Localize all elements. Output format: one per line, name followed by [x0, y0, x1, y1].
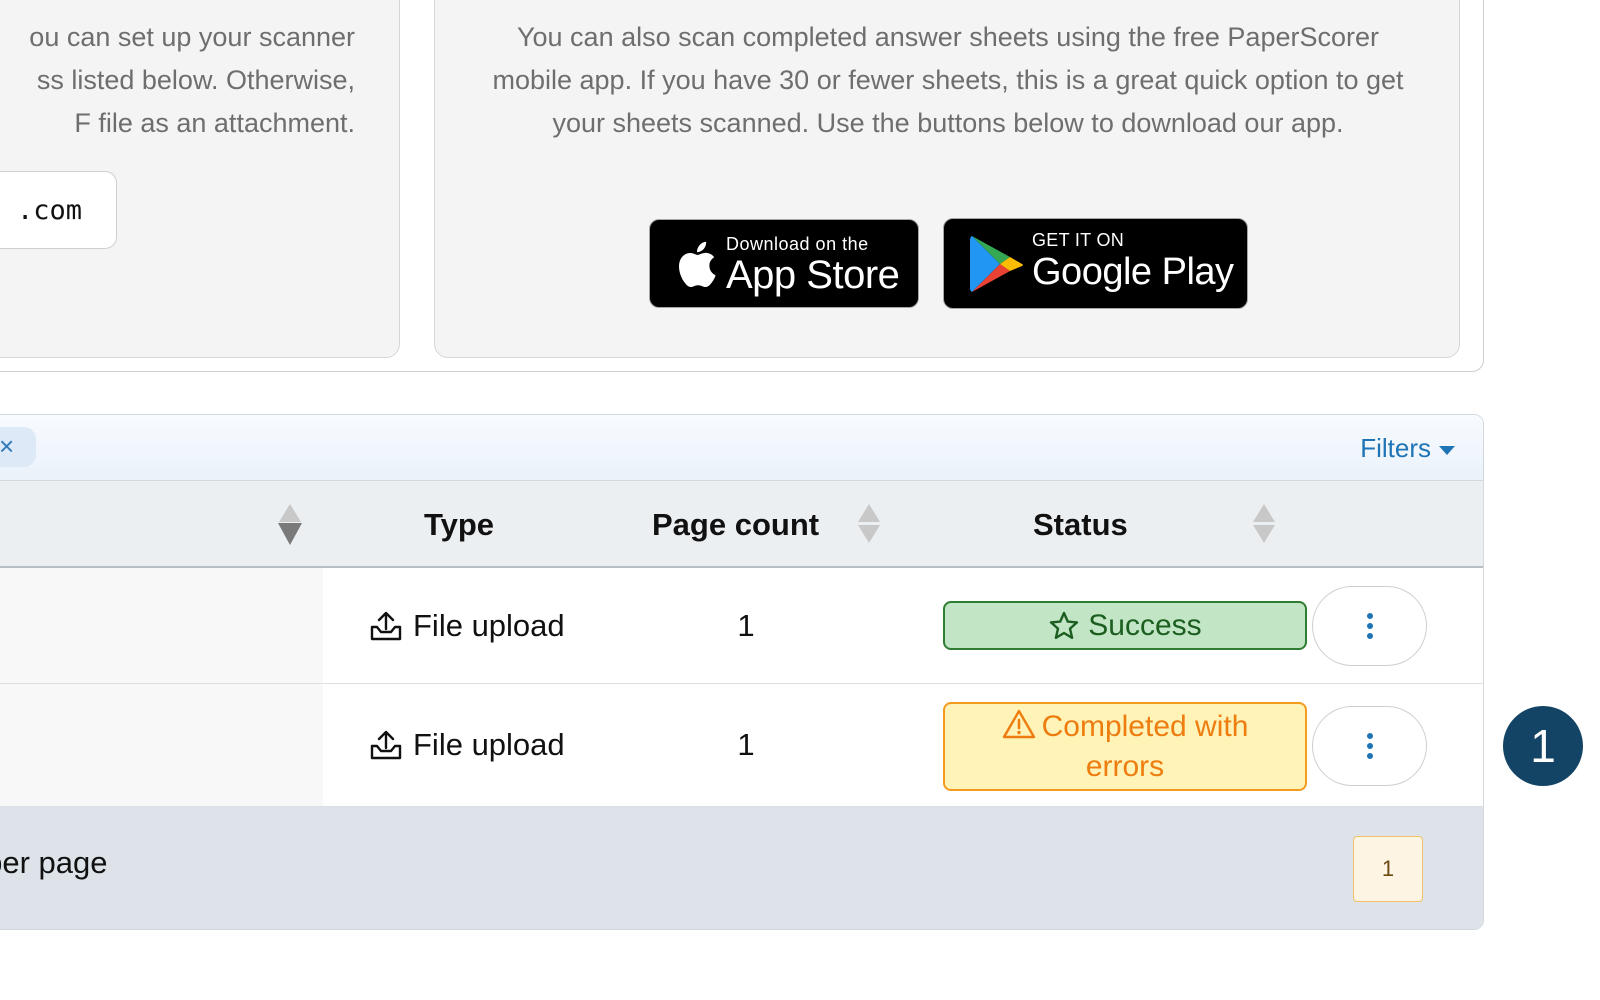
- status-badge: Success: [943, 601, 1307, 650]
- sort-icon[interactable]: [858, 504, 880, 544]
- close-icon[interactable]: ×: [0, 431, 14, 462]
- table-toolbar: × Filters: [0, 415, 1483, 481]
- google-play-icon: [962, 234, 1032, 294]
- apple-icon: [664, 238, 726, 290]
- google-play-small-label: GET IT ON: [1032, 230, 1125, 250]
- column-header-status[interactable]: Status: [1033, 481, 1128, 568]
- scanner-text-line: ss listed below. Otherwise,: [36, 65, 355, 95]
- warning-icon: [1002, 709, 1035, 738]
- upload-icon: [370, 611, 402, 640]
- page-count-cell: 1: [737, 607, 755, 643]
- caret-down-icon: [1439, 445, 1455, 455]
- scanner-text-line: ou can set up your scanner: [29, 22, 355, 52]
- filters-label: Filters: [1360, 433, 1431, 463]
- sort-icon[interactable]: [278, 504, 302, 545]
- kebab-icon: [1366, 733, 1373, 759]
- row-actions-button[interactable]: [1312, 706, 1427, 786]
- row-actions-button[interactable]: [1312, 586, 1427, 666]
- page-count-cell: 1: [737, 727, 755, 762]
- filter-chip: ×: [0, 427, 36, 467]
- type-label: File upload: [413, 727, 565, 762]
- page: ou can set up your scanner ss listed bel…: [0, 0, 1600, 1000]
- google-play-big-label: Google Play: [1032, 251, 1234, 293]
- status-label: Success: [1088, 608, 1202, 642]
- sort-icon[interactable]: [1253, 504, 1275, 544]
- kebab-icon: [1366, 613, 1373, 639]
- star-icon: [1050, 611, 1079, 639]
- type-label: File upload: [413, 607, 565, 643]
- type-cell: File upload: [369, 568, 565, 683]
- column-header-page-count[interactable]: Page count: [652, 481, 819, 568]
- status-label-wrap: Completed with errors: [980, 707, 1270, 787]
- step-number-badge: 1: [1503, 706, 1583, 786]
- status-label: Completed with errors: [1041, 709, 1249, 783]
- scan-email-address[interactable]: .com: [0, 171, 117, 249]
- scanner-instructions: ou can set up your scanner ss listed bel…: [29, 16, 355, 145]
- scans-table-panel: × Filters Type Page count Status File up…: [0, 414, 1484, 930]
- name-cell: [0, 568, 323, 683]
- table-row: File upload 1 Completed with errors: [0, 684, 1483, 807]
- column-header-type: Type: [424, 506, 495, 542]
- status-badge: Completed with errors: [943, 702, 1307, 791]
- table-row: File upload 1 Success: [0, 568, 1483, 684]
- table-header: Type Page count Status: [0, 481, 1483, 568]
- mobile-app-description: You can also scan completed answer sheet…: [492, 22, 1404, 138]
- pagination-page-button[interactable]: 1: [1353, 836, 1423, 902]
- rows-per-page-label: s per page: [0, 845, 108, 880]
- app-store-button[interactable]: Download on the App Store: [649, 219, 919, 308]
- name-cell: [0, 684, 323, 806]
- filters-dropdown[interactable]: Filters: [1360, 433, 1455, 464]
- type-cell: File upload: [369, 684, 565, 806]
- app-store-big-label: App Store: [726, 253, 900, 297]
- table-footer: s per page 1: [0, 807, 1483, 929]
- scanner-text-line: F file as an attachment.: [74, 108, 355, 138]
- google-play-button[interactable]: GET IT ON Google Play: [943, 218, 1248, 309]
- scan-email-text: .com: [16, 194, 82, 226]
- app-store-small-label: Download on the: [726, 234, 869, 254]
- upload-icon: [370, 730, 402, 760]
